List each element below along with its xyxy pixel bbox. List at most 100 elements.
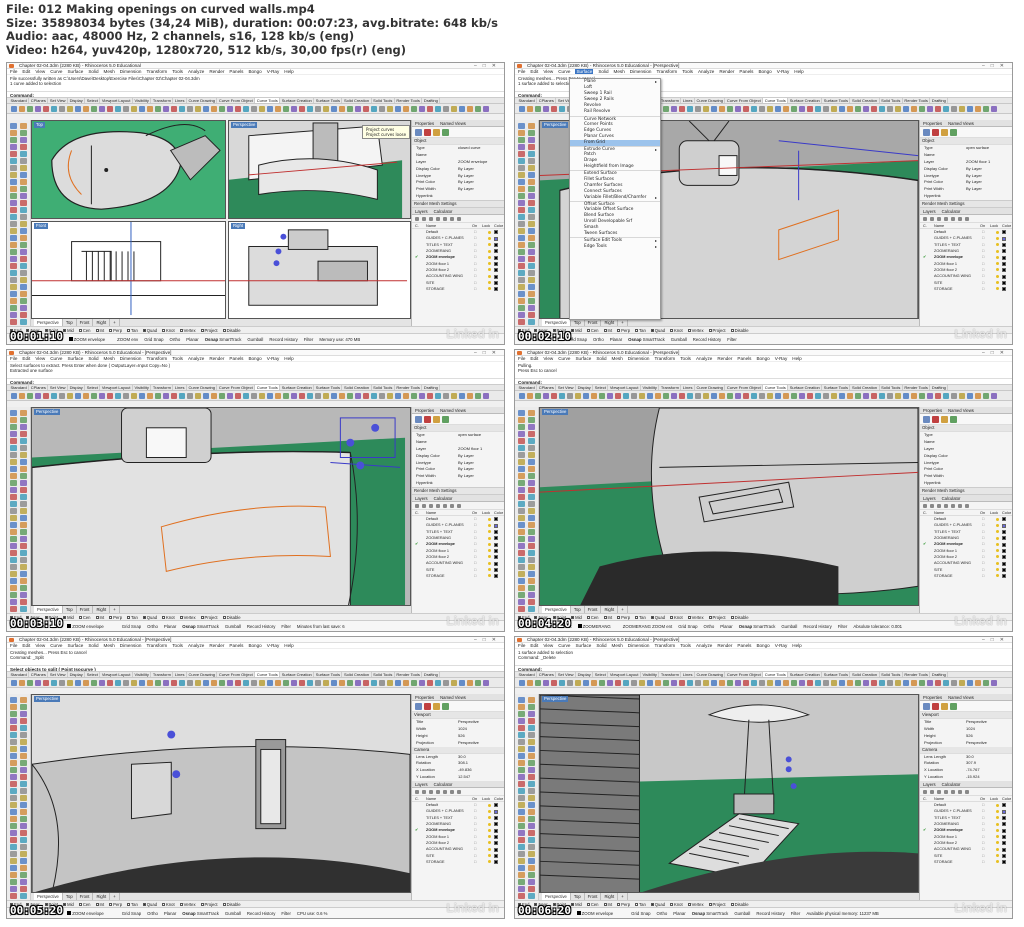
properties-tabs[interactable]: Properties Named Views — [412, 694, 504, 701]
toolbar-icon[interactable] — [403, 393, 409, 399]
osnap-toggle[interactable]: Osnap — [739, 624, 752, 629]
menu-mesh[interactable]: Mesh — [612, 643, 623, 648]
toolbar-icon[interactable] — [671, 680, 677, 686]
properties-tab[interactable]: Properties — [923, 408, 942, 413]
perspective-viewport[interactable]: Perspective — [539, 694, 919, 893]
toolbar-icon[interactable] — [123, 106, 129, 112]
tool-icon[interactable] — [518, 256, 525, 262]
tool-icon[interactable] — [518, 242, 525, 248]
toolbar-icon[interactable] — [527, 680, 533, 686]
tool-icon[interactable] — [518, 158, 525, 164]
menu-surface[interactable]: Surface — [575, 643, 591, 648]
render-mesh-settings[interactable]: Render Mesh Settings — [920, 487, 1012, 496]
toolbar-icon[interactable] — [743, 106, 749, 112]
menu-curve[interactable]: Curve — [558, 356, 570, 361]
toolbar-icon[interactable] — [411, 680, 417, 686]
tool-icon[interactable] — [10, 410, 17, 416]
tool-icon[interactable] — [10, 480, 17, 486]
tool-icon[interactable] — [20, 753, 27, 759]
layer-color-swatch[interactable] — [1002, 841, 1006, 846]
toolbar-icon[interactable] — [483, 393, 489, 399]
planar-toggle[interactable]: Planar — [610, 337, 622, 342]
viewport-tab[interactable]: + — [110, 606, 120, 613]
filter-toggle[interactable]: Filter — [304, 337, 314, 342]
tool-icon[interactable] — [10, 221, 17, 227]
menu-vray[interactable]: V-Ray — [267, 69, 280, 74]
tool-icon[interactable] — [518, 872, 525, 878]
toolbar-icon[interactable] — [475, 106, 481, 112]
tool-icon[interactable] — [518, 438, 525, 444]
toolbar-icon[interactable] — [871, 680, 877, 686]
menu-view[interactable]: View — [35, 69, 45, 74]
tool-icon[interactable] — [10, 438, 17, 444]
tool-icon[interactable] — [518, 137, 525, 143]
toolbar-icon[interactable] — [147, 106, 153, 112]
viewport-tab[interactable]: Right — [601, 893, 619, 900]
light-bulb-icon[interactable] — [996, 536, 999, 540]
menu-dimension[interactable]: Dimension — [628, 356, 650, 361]
menu-panels[interactable]: Panels — [737, 356, 751, 361]
layers-tabs[interactable]: Layers Calculator — [412, 781, 504, 789]
command-line[interactable]: Command: — [7, 91, 504, 98]
toolbar-icon[interactable] — [751, 393, 757, 399]
toolbar-icon[interactable] — [475, 393, 481, 399]
toolbar-icon[interactable] — [855, 393, 861, 399]
layer-color-swatch[interactable] — [1002, 860, 1006, 865]
menu-panels[interactable]: Panels — [737, 643, 751, 648]
menu-dimension[interactable]: Dimension — [120, 643, 142, 648]
toolbar-icon[interactable] — [695, 680, 701, 686]
toolbar-icon[interactable] — [975, 680, 981, 686]
toolbar-icon[interactable] — [535, 393, 541, 399]
menu-bongo[interactable]: Bongo — [758, 69, 771, 74]
toolbar-icon[interactable] — [443, 680, 449, 686]
light-bulb-icon[interactable] — [996, 230, 999, 234]
texture-icon[interactable] — [442, 416, 449, 423]
tool-icon[interactable] — [528, 137, 535, 143]
tool-icon[interactable] — [20, 550, 27, 556]
toolbar-icon[interactable] — [355, 393, 361, 399]
toolbar-icon[interactable] — [43, 106, 49, 112]
filter-toggle[interactable]: Filter — [281, 911, 291, 916]
window-titlebar[interactable]: Chapter 02-04.3dm (2280 KB) - Rhinoceros… — [7, 63, 504, 69]
toolbar-icon[interactable] — [19, 680, 25, 686]
tool-icon[interactable] — [20, 270, 27, 276]
toolbar-icon[interactable] — [395, 680, 401, 686]
tool-icon[interactable] — [10, 557, 17, 563]
toolbar-icon[interactable] — [543, 680, 549, 686]
tool-icon[interactable] — [528, 417, 535, 423]
tool-icon[interactable] — [20, 193, 27, 199]
toolbar-icon[interactable] — [219, 393, 225, 399]
tool-icon[interactable] — [20, 739, 27, 745]
tool-icon[interactable] — [528, 753, 535, 759]
layer-color-swatch[interactable] — [1002, 523, 1006, 528]
layer-color-swatch[interactable] — [1002, 561, 1006, 566]
menu-vray[interactable]: V-Ray — [267, 356, 280, 361]
toolbar-icon[interactable] — [639, 393, 645, 399]
menu-transform[interactable]: Transform — [146, 356, 167, 361]
layer-row[interactable]: STORAGE □ — [412, 573, 504, 579]
named-views-tab[interactable]: Named Views — [948, 121, 974, 126]
tool-icon[interactable] — [528, 746, 535, 752]
layer-color-swatch[interactable] — [494, 536, 498, 541]
tool-icon[interactable] — [20, 501, 27, 507]
toolbar-icon[interactable] — [719, 106, 725, 112]
tool-icon[interactable] — [20, 592, 27, 598]
toolbar-icon[interactable] — [115, 393, 121, 399]
light-bulb-icon[interactable] — [488, 249, 491, 253]
tool-icon[interactable] — [518, 312, 525, 318]
toolbar-icon[interactable] — [171, 393, 177, 399]
tool-icon[interactable] — [518, 893, 525, 899]
tool-icon[interactable] — [10, 228, 17, 234]
tool-icon[interactable] — [20, 515, 27, 521]
toolbar-icon[interactable] — [347, 393, 353, 399]
tool-icon[interactable] — [528, 207, 535, 213]
tool-icon[interactable] — [528, 284, 535, 290]
viewport-tab[interactable]: Perspective — [542, 319, 571, 326]
tool-icon[interactable] — [20, 151, 27, 157]
menu-analyze[interactable]: Analyze — [188, 69, 204, 74]
tool-icon[interactable] — [518, 564, 525, 570]
tool-icon[interactable] — [20, 564, 27, 570]
layer-color-swatch[interactable] — [1002, 236, 1006, 241]
light-bulb-icon[interactable] — [488, 816, 491, 820]
tool-icon[interactable] — [518, 522, 525, 528]
